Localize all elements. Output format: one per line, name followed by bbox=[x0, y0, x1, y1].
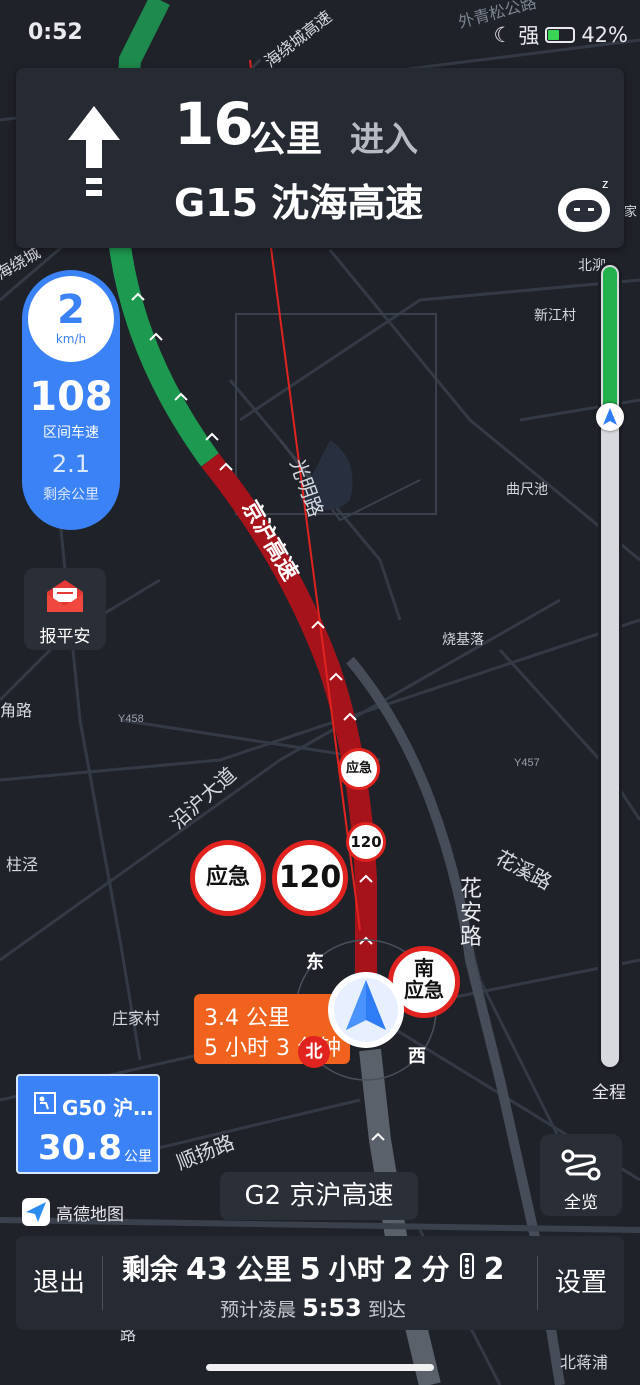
map-label: 角路 bbox=[0, 702, 32, 720]
map-label: 北蒋浦 bbox=[560, 1354, 608, 1372]
exit-unit: 公里 bbox=[124, 1149, 152, 1165]
straight-arrow-icon bbox=[68, 106, 120, 196]
map-label-char: 安 bbox=[460, 900, 482, 925]
overview-button[interactable]: 全览 bbox=[540, 1134, 622, 1216]
exit-distance: 30.8 bbox=[38, 1128, 122, 1168]
remaining-hours: 5 bbox=[299, 1252, 321, 1287]
progress-label: 全程 bbox=[592, 1083, 626, 1103]
traffic-light-count: 2 bbox=[483, 1252, 505, 1287]
status-bar: 0:52 ☾ 强 42% bbox=[0, 0, 640, 68]
compass-east: 东 bbox=[306, 952, 324, 973]
exit-road: G50 沪… bbox=[62, 1096, 154, 1120]
map-label: Y458 bbox=[118, 713, 144, 725]
car-position-icon bbox=[328, 972, 404, 1048]
current-speed: 2 bbox=[57, 287, 85, 333]
map-label-char: 路 bbox=[460, 924, 482, 949]
exit-sign-icon bbox=[34, 1092, 56, 1114]
distance-unit: 公里 bbox=[235, 1253, 292, 1286]
speed-limit-sign-small: 120 bbox=[346, 822, 386, 862]
route-progress-bar bbox=[596, 262, 624, 1070]
map-label-char: 花 bbox=[460, 876, 482, 901]
battery-icon bbox=[545, 27, 576, 43]
route-info-distance: 3.4 公里 bbox=[204, 1006, 290, 1031]
brand-watermark: 高德地图 bbox=[22, 1198, 124, 1226]
map-label: Y457 bbox=[514, 757, 540, 769]
map-label-vertical: 花安路 bbox=[460, 876, 482, 949]
divider bbox=[102, 1256, 103, 1310]
current-road-label: G2 京沪高速 bbox=[220, 1172, 418, 1220]
amap-logo bbox=[22, 1198, 50, 1226]
remaining-distance: 43 bbox=[186, 1252, 228, 1287]
section-remaining: 2.1 bbox=[51, 450, 91, 478]
speed-unit: km/h bbox=[55, 332, 87, 346]
battery-level: 42% bbox=[581, 23, 628, 47]
emergency-lane-sign-small: 应急 bbox=[338, 748, 380, 790]
guidance-distance: 16 bbox=[174, 90, 254, 158]
settings-button[interactable]: 设置 bbox=[538, 1236, 624, 1330]
map-label: 新江村 bbox=[534, 307, 576, 323]
map-label: 曲尺池 bbox=[506, 481, 548, 497]
route-progress-fill bbox=[603, 267, 617, 419]
guidance-road: G15 沈海高速 bbox=[174, 181, 424, 225]
next-exit-card[interactable]: G50 沪… 30.8 公里 bbox=[16, 1074, 160, 1174]
moon-icon: ☾ bbox=[493, 23, 513, 47]
average-speed: 108 bbox=[29, 374, 113, 420]
remaining-summary: 剩余 43 公里 5 小时 2 分 2 bbox=[122, 1248, 522, 1288]
hours-unit: 小时 bbox=[328, 1253, 385, 1286]
map-label: 家 bbox=[624, 204, 637, 219]
speed-limit-sign[interactable]: 120 bbox=[272, 840, 348, 916]
overview-label: 全览 bbox=[564, 1193, 598, 1213]
report-safe-button[interactable]: 报平安 bbox=[24, 568, 106, 650]
eta-suffix: 到达 bbox=[367, 1299, 406, 1321]
remaining-minutes: 2 bbox=[392, 1252, 414, 1287]
arrival-estimate: 预计凌晨 5:53 到达 bbox=[220, 1294, 406, 1322]
status-indicators: ☾ 强 42% bbox=[493, 20, 628, 50]
eta-time: 5:53 bbox=[302, 1294, 362, 1322]
turn-guidance-panel[interactable]: 16 公里 进入 G15 沈海高速 z bbox=[16, 68, 624, 248]
traffic-light-icon bbox=[459, 1253, 474, 1279]
route-overview-icon bbox=[561, 1149, 601, 1181]
map-label: 柱泾 bbox=[6, 856, 38, 874]
svg-text:z: z bbox=[602, 176, 609, 191]
average-speed-label: 区间车速 bbox=[43, 425, 99, 441]
emergency-lane-sign[interactable]: 应急 bbox=[190, 840, 266, 916]
current-speed-badge: 2 km/h bbox=[28, 276, 114, 362]
signal-label: 强 bbox=[518, 24, 540, 48]
speed-panel: 2 km/h 108 区间车速 2.1 剩余公里 bbox=[22, 270, 120, 530]
bottom-navigation-bar: 退出 剩余 43 公里 5 小时 2 分 2 预计凌晨 5:53 到达 设置 bbox=[16, 1236, 624, 1330]
status-time: 0:52 bbox=[28, 20, 83, 45]
envelope-icon bbox=[47, 580, 83, 612]
map-label: 烧基落 bbox=[442, 631, 484, 647]
voice-assistant-icon[interactable]: z bbox=[554, 176, 616, 236]
report-safe-label: 报平安 bbox=[39, 627, 91, 647]
guidance-unit: 公里 bbox=[250, 119, 323, 160]
exit-navigation-button[interactable]: 退出 bbox=[16, 1236, 102, 1330]
guidance-action: 进入 bbox=[350, 120, 418, 160]
minutes-unit: 分 bbox=[421, 1253, 450, 1286]
brand-name: 高德地图 bbox=[56, 1204, 124, 1225]
map-label: 庄家村 bbox=[112, 1010, 160, 1028]
compass-west: 西 bbox=[408, 1046, 426, 1067]
eta-prefix: 预计凌晨 bbox=[220, 1299, 297, 1321]
car-position-marker bbox=[596, 403, 624, 431]
home-indicator[interactable] bbox=[206, 1364, 434, 1371]
section-remaining-label: 剩余公里 bbox=[43, 487, 99, 503]
remaining-prefix: 剩余 bbox=[122, 1253, 179, 1286]
